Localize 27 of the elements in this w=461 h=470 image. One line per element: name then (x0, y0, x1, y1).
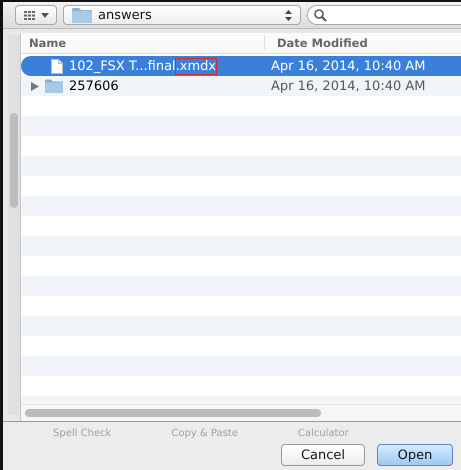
column-header[interactable]: Date Modified (265, 36, 368, 50)
background-label: Calculator (298, 428, 349, 439)
dialog-button[interactable]: Open (377, 444, 453, 466)
file-row[interactable]: 102_FSX T...final.xmdx Apr 16, 2014, 10:40 AM (21, 56, 461, 76)
folder-icon (72, 7, 92, 23)
dialog-button[interactable]: Cancel (281, 444, 365, 466)
search-icon (314, 8, 327, 22)
document-icon (51, 58, 63, 74)
scrollbar-thumb[interactable] (25, 409, 321, 417)
location-popup[interactable]: answers (63, 5, 301, 25)
folder-icon (45, 79, 63, 93)
stepper-icon (285, 10, 292, 20)
view-menu-button[interactable] (15, 5, 57, 25)
column-header[interactable]: Name (21, 36, 265, 50)
file-name: 257606 (69, 78, 119, 94)
search-field[interactable] (307, 5, 461, 25)
date-modified: Apr 16, 2014, 10:40 AM (271, 78, 426, 94)
file-name: 102_FSX T...final.xmdx (69, 58, 216, 74)
caret-icon (40, 12, 48, 18)
background-label: Spell Check (53, 428, 112, 439)
disclosure-triangle-icon[interactable] (31, 82, 39, 90)
location-name: answers (98, 8, 153, 22)
background-label: Copy & Paste (171, 428, 238, 439)
grid-icon (24, 10, 36, 20)
date-modified: Apr 16, 2014, 10:40 AM (271, 58, 426, 74)
scrollbar-thumb[interactable] (10, 113, 18, 208)
file-row[interactable]: 257606 Apr 16, 2014, 10:40 AM (21, 76, 461, 96)
